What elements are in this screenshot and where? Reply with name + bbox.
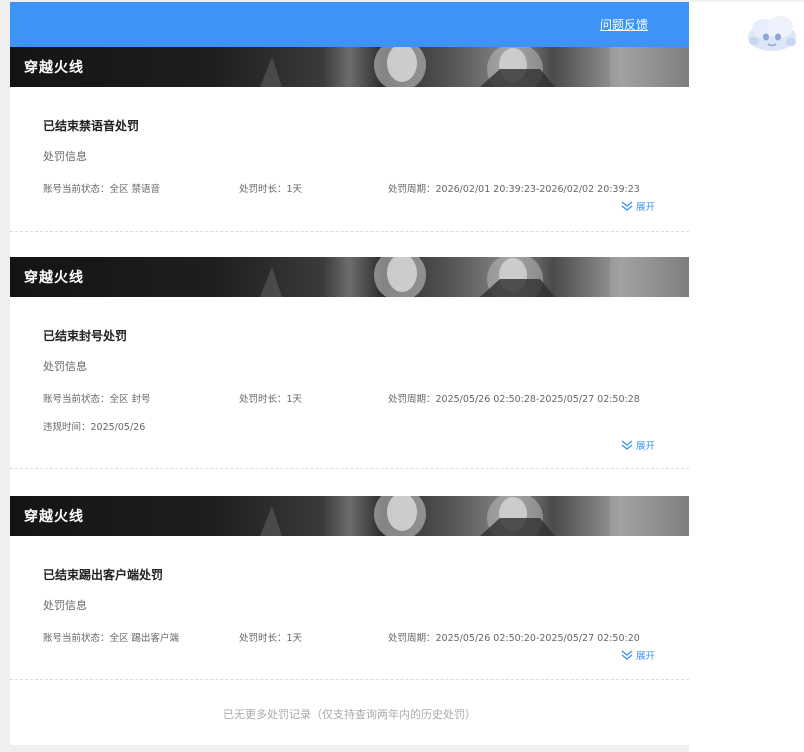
punishment-period: 处罚周期：2026/02/01 20:39:23-2026/02/02 20:3… bbox=[388, 184, 640, 195]
game-banner: 穿越火线 bbox=[10, 257, 689, 297]
feedback-link[interactable]: 问题反馈 bbox=[600, 16, 648, 33]
record-subtitle: 处罚信息 bbox=[43, 599, 87, 612]
top-bar: 问题反馈 bbox=[10, 2, 689, 47]
punishment-period: 处罚周期：2025/05/26 02:50:20-2025/05/27 02:5… bbox=[388, 633, 640, 644]
divider bbox=[10, 231, 689, 232]
punishment-period: 处罚周期：2025/05/26 02:50:28-2025/05/27 02:5… bbox=[388, 394, 640, 405]
account-status: 账号当前状态：全区 踢出客户端 bbox=[43, 633, 180, 644]
page: 问题反馈 穿越火线 已结束禁语音处罚 处罚信息 账号当前状态：全区 禁语音 处罚… bbox=[0, 0, 804, 752]
account-status: 账号当前状态：全区 封号 bbox=[43, 394, 151, 405]
punishment-duration: 处罚时长：1天 bbox=[239, 394, 303, 405]
punishment-duration: 处罚时长：1天 bbox=[239, 633, 303, 644]
game-name: 穿越火线 bbox=[24, 270, 84, 286]
record-subtitle: 处罚信息 bbox=[43, 150, 87, 163]
expand-button[interactable]: 展开 bbox=[621, 648, 655, 662]
game-banner: 穿越火线 bbox=[10, 496, 689, 536]
double-chevron-down-icon bbox=[621, 650, 633, 660]
record-subtitle: 处罚信息 bbox=[43, 360, 87, 373]
punishment-duration: 处罚时长：1天 bbox=[239, 184, 303, 195]
right-panel bbox=[689, 2, 804, 752]
game-name: 穿越火线 bbox=[24, 509, 84, 525]
expand-label: 展开 bbox=[635, 202, 655, 213]
game-banner: 穿越火线 bbox=[10, 47, 689, 87]
punishment-record: 穿越火线 已结束踢出客户端处罚 处罚信息 账号当前状态：全区 踢出客户端 处罚时… bbox=[10, 496, 689, 680]
expand-label: 展开 bbox=[635, 441, 655, 452]
punishment-record: 穿越火线 已结束封号处罚 处罚信息 账号当前状态：全区 封号 处罚时长：1天 处… bbox=[10, 257, 689, 469]
double-chevron-down-icon bbox=[621, 201, 633, 211]
banner-art bbox=[260, 257, 689, 297]
game-name: 穿越火线 bbox=[24, 60, 84, 76]
expand-button[interactable]: 展开 bbox=[621, 438, 655, 452]
double-chevron-down-icon bbox=[621, 440, 633, 450]
expand-label: 展开 bbox=[635, 651, 655, 662]
record-title: 已结束踢出客户端处罚 bbox=[43, 568, 164, 582]
record-title: 已结束禁语音处罚 bbox=[43, 119, 140, 133]
record-title: 已结束封号处罚 bbox=[43, 329, 128, 343]
punishment-record: 穿越火线 已结束禁语音处罚 处罚信息 账号当前状态：全区 禁语音 处罚时长：1天… bbox=[10, 47, 689, 232]
banner-art bbox=[260, 496, 689, 536]
account-status: 账号当前状态：全区 禁语音 bbox=[43, 184, 161, 195]
main-panel: 问题反馈 穿越火线 已结束禁语音处罚 处罚信息 账号当前状态：全区 禁语音 处罚… bbox=[10, 2, 689, 745]
banner-art bbox=[260, 47, 689, 87]
violation-time: 违规时间：2025/05/26 bbox=[43, 422, 146, 433]
divider bbox=[10, 468, 689, 469]
no-more-records-note: 已无更多处罚记录（仅支持查询两年内的历史处罚） bbox=[223, 708, 476, 721]
cloud-mascot-icon bbox=[748, 16, 796, 51]
divider bbox=[10, 679, 689, 680]
expand-button[interactable]: 展开 bbox=[621, 199, 655, 213]
